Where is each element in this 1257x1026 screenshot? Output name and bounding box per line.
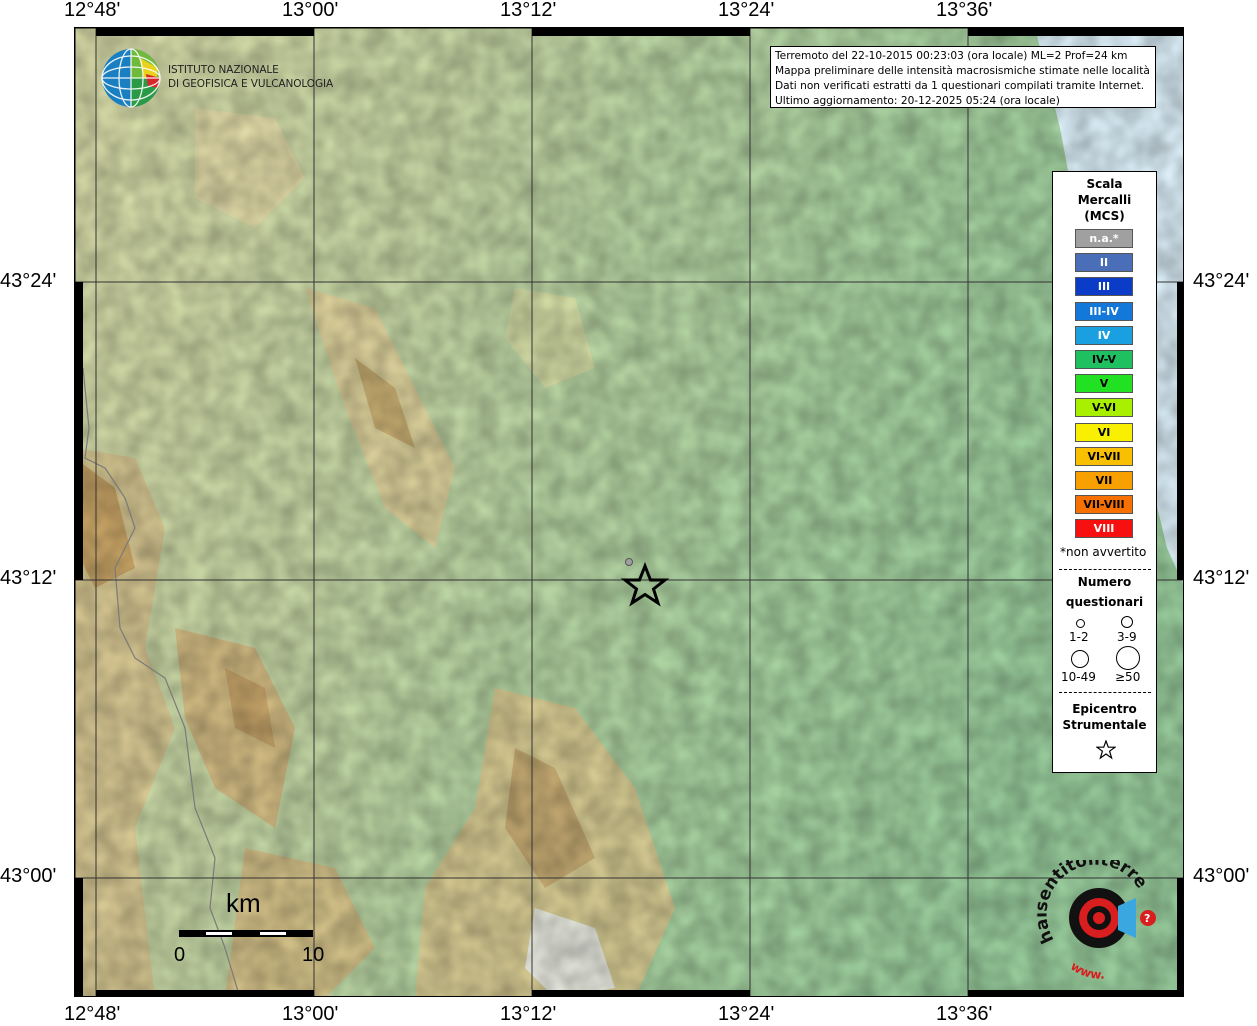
intensity-swatch: VII-VIII	[1075, 495, 1133, 515]
epicenter-legend-star-icon	[1096, 740, 1116, 760]
legend-title-1: Scala	[1086, 177, 1123, 191]
map[interactable]	[74, 27, 1184, 997]
count-circle-medium-icon	[1121, 616, 1133, 628]
svg-text:www.: www.	[1068, 959, 1105, 980]
bottom-lon-label-4: 13°24'	[718, 1003, 775, 1025]
logo-line-2: DI GEOFISICA E VULCANOLOGIA	[168, 78, 334, 90]
intensity-swatch: II	[1075, 253, 1133, 273]
right-lat-label-2: 43°12'	[1193, 567, 1250, 589]
bottom-lon-label-3: 13°12'	[500, 1003, 557, 1025]
intensity-swatch: IV-V	[1075, 350, 1133, 369]
top-lon-label-4: 13°24'	[718, 0, 775, 21]
legend-panel: Scala Mercalli (MCS) n.a.* II III III-IV IV I…	[1052, 171, 1157, 773]
haisentitoilterremoto-logo-icon: haisentitoilterremoto.it www. ?	[1036, 860, 1156, 980]
top-lon-label-2: 13°00'	[282, 0, 339, 21]
intensity-swatch: IV	[1075, 325, 1133, 345]
top-lon-label-1: 12°48'	[64, 0, 121, 21]
epicenter-title-1: Epicentro	[1072, 702, 1137, 716]
questionnaire-point[interactable]	[625, 558, 633, 566]
ingv-logo-icon	[101, 48, 161, 108]
bottom-lon-label-2: 13°00'	[282, 1003, 339, 1025]
intensity-swatch: n.a.*	[1075, 229, 1133, 248]
count-label-2: 3-9	[1117, 630, 1137, 644]
intensity-swatch: VII	[1075, 471, 1133, 490]
legend-title-2: Mercalli	[1077, 193, 1132, 207]
scale-unit: km	[226, 888, 261, 918]
epicenter-title-2: Strumentale	[1062, 718, 1147, 732]
logo-line-1: ISTITUTO NAZIONALE	[168, 64, 279, 76]
scale-start: 0	[174, 944, 186, 966]
top-lon-label-5: 13°36'	[936, 0, 993, 21]
event-info-line-3: Dati non verificati estratti da 1 questi…	[775, 80, 1145, 92]
hsn-logo-www: www.	[1068, 959, 1105, 980]
bottom-lon-label-1: 12°48'	[64, 1003, 121, 1025]
ingv-logo-text: ISTITUTO NAZIONALE DI GEOFISICA E VULCAN…	[168, 63, 333, 91]
legend-divider-1	[1059, 569, 1151, 570]
top-lon-label-3: 13°12'	[500, 0, 557, 21]
left-lat-label-3: 43°00'	[0, 865, 57, 887]
svg-text:?: ?	[1144, 912, 1150, 925]
count-circle-xlarge-icon	[1116, 646, 1140, 670]
legend-footnote: *non avvertito	[1060, 545, 1147, 559]
count-title-1: Numero	[1077, 575, 1132, 589]
left-lat-label-1: 43°24'	[0, 270, 57, 292]
intensity-swatch: III	[1075, 277, 1133, 297]
intensity-swatch: VI-VII	[1075, 446, 1133, 466]
intensity-swatch: V-VI	[1075, 398, 1133, 418]
count-label-4: ≥50	[1115, 670, 1141, 684]
legend-divider-2	[1059, 692, 1151, 693]
terrain-map	[75, 28, 1183, 996]
intensity-swatch: VI	[1075, 422, 1133, 442]
count-label-1: 1-2	[1069, 630, 1089, 644]
count-label-3: 10-49	[1061, 670, 1096, 684]
scale-bar-graphic	[179, 930, 313, 937]
right-lat-label-3: 43°00'	[1193, 865, 1250, 887]
scale-end: 10	[302, 944, 325, 966]
scale-bar: km 0 10	[174, 888, 324, 968]
intensity-swatch: V	[1075, 374, 1133, 394]
bottom-lon-label-5: 13°36'	[936, 1003, 993, 1025]
event-info-line-2: Mappa preliminare delle intensità macros…	[775, 65, 1150, 77]
event-info-line-1: Terremoto del 22-10-2015 00:23:03 (ora l…	[775, 50, 1128, 62]
count-title-2: questionari	[1065, 595, 1144, 609]
event-info-line-4: Ultimo aggiornamento: 20-12-2025 05:24 (…	[775, 95, 1060, 107]
intensity-swatch: VIII	[1075, 519, 1133, 539]
count-circle-small-icon	[1076, 619, 1085, 628]
count-circle-large-icon	[1071, 650, 1089, 668]
right-lat-label-1: 43°24'	[1193, 270, 1250, 292]
event-info-box: Terremoto del 22-10-2015 00:23:03 (ora l…	[770, 46, 1156, 108]
intensity-swatch: III-IV	[1075, 301, 1133, 321]
left-lat-label-2: 43°12'	[0, 567, 57, 589]
legend-title-3: (MCS)	[1084, 209, 1125, 223]
